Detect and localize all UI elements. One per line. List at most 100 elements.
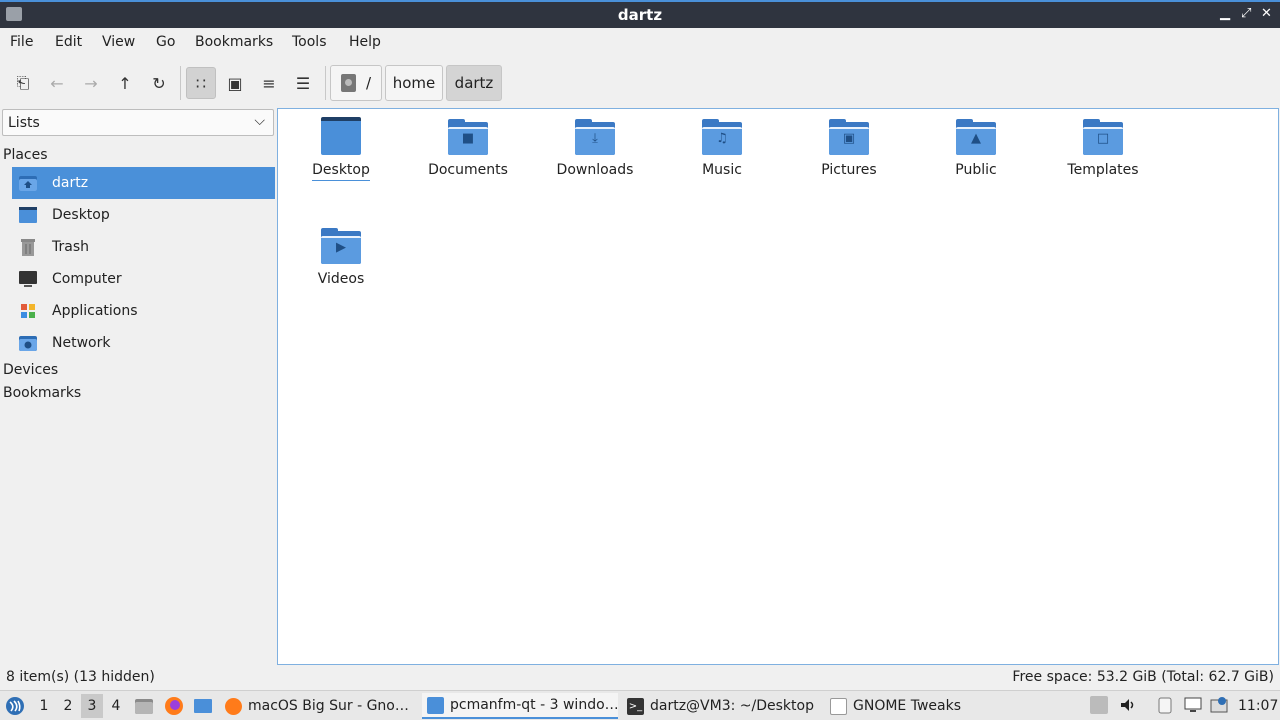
- network-icon: [18, 334, 38, 352]
- file-name: Desktop: [286, 162, 396, 181]
- file-item-templates[interactable]: □ Templates: [1048, 109, 1158, 209]
- clock[interactable]: 11:07: [1238, 691, 1278, 720]
- file-item-documents[interactable]: ■ Documents: [413, 109, 523, 209]
- music-folder-icon: ♫: [702, 119, 742, 155]
- file-item-pictures[interactable]: ▣ Pictures: [794, 109, 904, 209]
- workspace-2[interactable]: 2: [57, 694, 79, 718]
- file-name: Documents: [428, 162, 508, 178]
- file-item-music[interactable]: ♫ Music: [667, 109, 777, 209]
- title-bar: dartz ▁ ⤢ ✕: [0, 0, 1280, 28]
- chevron-down-icon: ⌵: [254, 113, 265, 129]
- applications-icon: [18, 302, 38, 320]
- file-item-desktop[interactable]: Desktop: [286, 109, 396, 209]
- detailed-list-icon[interactable]: ☰: [288, 67, 318, 99]
- window-title: dartz: [617, 6, 663, 24]
- sidebar-item-network[interactable]: Network: [12, 327, 275, 359]
- file-manager-launcher-icon[interactable]: [134, 691, 156, 720]
- breadcrumb-root-label: /: [365, 74, 372, 92]
- item-count: 8 item(s) (13 hidden): [6, 669, 155, 685]
- file-item-videos[interactable]: ▶ Videos: [286, 218, 396, 318]
- tweaks-icon: [830, 697, 847, 715]
- file-view[interactable]: Desktop ■ Documents ⤓ Downloads ♫ Music …: [277, 108, 1279, 665]
- workspace-1[interactable]: 1: [33, 694, 55, 718]
- videos-folder-icon: ▶: [321, 228, 361, 264]
- toolbar-separator: [325, 66, 326, 100]
- file-name: Videos: [317, 271, 365, 287]
- workspace-4[interactable]: 4: [105, 694, 127, 718]
- sidebar: Lists ⌵ Places dartz Desktop Trash Compu…: [0, 108, 276, 664]
- thumbnail-view-icon[interactable]: ▣: [220, 67, 250, 99]
- reload-icon[interactable]: ↻: [144, 67, 174, 99]
- icon-view-icon[interactable]: ∷: [186, 67, 216, 99]
- devices-heading[interactable]: Devices: [3, 362, 58, 378]
- status-bar: 8 item(s) (13 hidden) Free space: 53.2 G…: [0, 667, 1280, 689]
- compact-view-icon[interactable]: ≡: [254, 67, 284, 99]
- display-icon[interactable]: [1184, 696, 1202, 714]
- firefox-launcher-icon[interactable]: [164, 691, 186, 720]
- task-firefox[interactable]: macOS Big Sur - Gno…: [225, 693, 415, 719]
- sidebar-item-desktop[interactable]: Desktop: [12, 199, 275, 231]
- update-notifier-icon[interactable]: [1210, 696, 1228, 714]
- task-terminal[interactable]: >_ dartz@VM3: ~/Desktop: [627, 693, 822, 719]
- home-folder-icon: [18, 174, 38, 192]
- file-item-public[interactable]: ▲ Public: [921, 109, 1031, 209]
- desktop-icon: [18, 206, 38, 224]
- sidebar-mode-value: Lists: [8, 115, 40, 131]
- volume-icon[interactable]: [1119, 696, 1137, 714]
- sidebar-mode-select[interactable]: Lists ⌵: [2, 109, 274, 136]
- menu-tools[interactable]: Tools: [292, 34, 327, 50]
- menu-bar: File Edit View Go Bookmarks Tools Help: [0, 28, 1280, 58]
- sidebar-item-computer[interactable]: Computer: [12, 263, 275, 295]
- menu-file[interactable]: File: [10, 34, 33, 50]
- documents-folder-icon: ■: [448, 119, 488, 155]
- menu-help[interactable]: Help: [349, 34, 381, 50]
- close-icon[interactable]: ✕: [1261, 6, 1272, 21]
- free-space: Free space: 53.2 GiB (Total: 62.7 GiB): [1012, 669, 1274, 685]
- places-heading[interactable]: Places: [3, 147, 48, 163]
- sidebar-item-label: Applications: [52, 303, 138, 319]
- drive-icon: [340, 74, 356, 92]
- menu-edit[interactable]: Edit: [55, 34, 82, 50]
- task-gnome-tweaks[interactable]: GNOME Tweaks: [830, 693, 980, 719]
- menu-bookmarks[interactable]: Bookmarks: [195, 34, 273, 50]
- new-tab-icon[interactable]: ⎗: [8, 67, 38, 99]
- breadcrumb-home[interactable]: home: [385, 65, 443, 101]
- firefox-icon: [225, 697, 242, 715]
- sidebar-item-trash[interactable]: Trash: [12, 231, 275, 263]
- bookmarks-heading[interactable]: Bookmarks: [3, 385, 81, 401]
- sidebar-item-applications[interactable]: Applications: [12, 295, 275, 327]
- back-icon[interactable]: ←: [42, 67, 72, 99]
- desktop-folder-icon: [321, 117, 361, 155]
- tray-arrow-icon[interactable]: [1090, 696, 1108, 714]
- breadcrumb-dartz[interactable]: dartz: [446, 65, 502, 101]
- pictures-folder-icon: ▣: [829, 119, 869, 155]
- menu-go[interactable]: Go: [156, 34, 175, 50]
- file-item-downloads[interactable]: ⤓ Downloads: [540, 109, 650, 209]
- sidebar-item-dartz[interactable]: dartz: [12, 167, 275, 199]
- file-name-text: Desktop: [312, 162, 370, 181]
- start-menu-icon[interactable]: [5, 691, 27, 720]
- file-name: Templates: [1067, 162, 1139, 178]
- breadcrumb-dartz-label: dartz: [454, 74, 494, 92]
- up-icon[interactable]: ↑: [110, 67, 140, 99]
- breadcrumb-root[interactable]: /: [330, 65, 382, 101]
- task-label: macOS Big Sur - Gno…: [248, 698, 409, 714]
- minimize-icon[interactable]: ▁: [1220, 6, 1230, 21]
- file-manager-icon: [427, 696, 444, 714]
- maximize-icon[interactable]: ⤢: [1241, 6, 1251, 21]
- terminal-icon: >_: [627, 697, 644, 715]
- clipboard-icon[interactable]: [1156, 696, 1174, 714]
- menu-view[interactable]: View: [102, 34, 135, 50]
- desktop-launcher-icon[interactable]: [193, 691, 215, 720]
- sidebar-item-label: dartz: [52, 175, 89, 191]
- workspace-3[interactable]: 3: [81, 694, 103, 718]
- breadcrumb-home-label: home: [392, 74, 436, 92]
- file-name: Downloads: [556, 162, 634, 178]
- trash-icon: [18, 238, 38, 256]
- downloads-folder-icon: ⤓: [575, 119, 615, 155]
- forward-icon[interactable]: →: [76, 67, 106, 99]
- templates-folder-icon: □: [1083, 119, 1123, 155]
- task-pcmanfm[interactable]: pcmanfm-qt - 3 windo…: [422, 693, 618, 719]
- task-label: GNOME Tweaks: [853, 698, 961, 714]
- file-name: Music: [702, 162, 742, 178]
